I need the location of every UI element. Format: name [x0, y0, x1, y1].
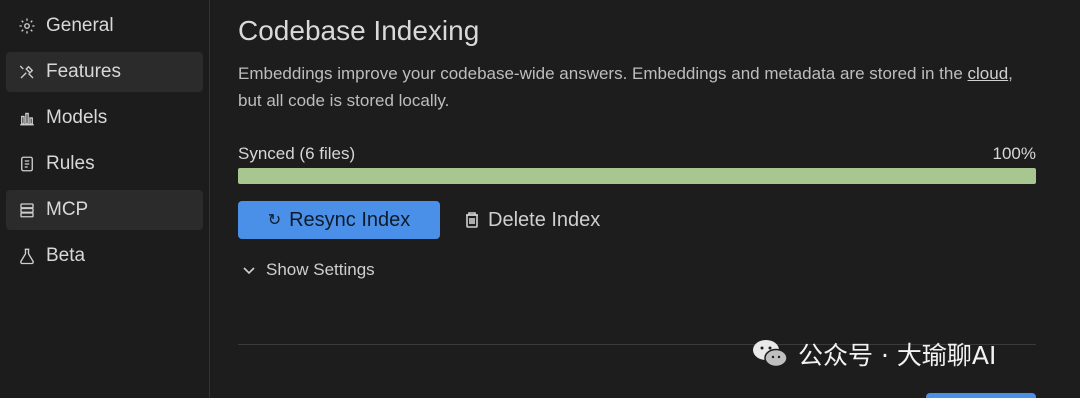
sidebar-item-label: MCP: [46, 199, 89, 220]
show-settings-toggle[interactable]: Show Settings: [242, 260, 375, 280]
show-settings-label: Show Settings: [266, 260, 375, 279]
sidebar-item-mcp[interactable]: MCP: [6, 190, 203, 230]
sync-percent: 100%: [992, 144, 1036, 163]
sidebar-item-models[interactable]: Models: [6, 98, 203, 138]
delete-label: Delete Index: [488, 208, 601, 231]
server-icon: [18, 201, 36, 219]
sidebar-item-rules[interactable]: Rules: [6, 144, 203, 184]
watermark-text: 公众号 · 大瑜聊AI: [798, 341, 997, 370]
sidebar-item-label: Beta: [46, 245, 86, 266]
resync-label: Resync Index: [289, 208, 411, 231]
sidebar-item-general[interactable]: General: [6, 6, 203, 46]
page-title: Codebase Indexing: [238, 15, 480, 46]
sidebar-item-label: General: [46, 15, 114, 36]
sync-progress-bar: [238, 168, 1036, 184]
trash-icon: [464, 211, 480, 229]
wechat-icon: [750, 334, 790, 374]
description-text: Embeddings improve your codebase-wide an…: [238, 60, 1038, 114]
sidebar-item-features[interactable]: Features: [6, 52, 203, 92]
cloud-link[interactable]: cloud: [968, 64, 1009, 83]
description-before: Embeddings improve your codebase-wide an…: [238, 64, 968, 83]
refresh-icon: ↻: [267, 212, 282, 229]
gear-icon: [18, 17, 36, 35]
tools-icon: [18, 63, 36, 81]
sync-progress-fill: [238, 168, 1036, 184]
chevron-down-icon: [242, 263, 256, 277]
sidebar-item-beta[interactable]: Beta: [6, 236, 203, 276]
delete-index-button[interactable]: Delete Index: [464, 201, 600, 239]
sidebar-item-label: Rules: [46, 153, 95, 174]
notebook-icon: [18, 155, 36, 173]
bottom-action-button[interactable]: [926, 393, 1036, 398]
flask-icon: [18, 247, 36, 265]
main-content: Codebase Indexing Embeddings improve you…: [210, 0, 1080, 398]
sidebar: General Features Models Rules MCP Beta: [0, 0, 210, 398]
sidebar-item-label: Models: [46, 107, 108, 128]
resync-index-button[interactable]: ↻ Resync Index: [238, 201, 440, 239]
sync-status: Synced (6 files): [238, 144, 356, 163]
settings-window: General Features Models Rules MCP Beta C…: [0, 0, 1080, 398]
sidebar-item-label: Features: [46, 61, 121, 82]
watermark: 公众号 · 大瑜聊AI: [750, 334, 996, 374]
bar-chart-icon: [18, 109, 36, 127]
sync-status-row: Synced (6 files) 100%: [238, 144, 1036, 164]
